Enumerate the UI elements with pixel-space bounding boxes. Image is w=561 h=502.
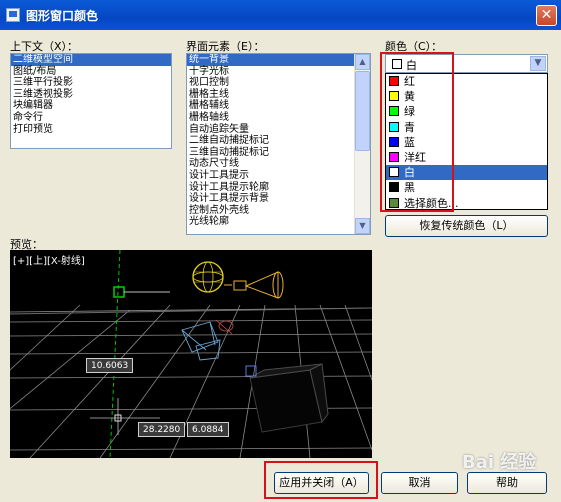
scroll-down-arrow-icon[interactable]: ▼	[355, 218, 370, 234]
color-option[interactable]: 黄	[386, 89, 547, 104]
title-bar: 图形窗口颜色 ✕	[0, 0, 561, 30]
close-button[interactable]: ✕	[536, 5, 557, 26]
color-option[interactable]: 选择颜色...	[386, 196, 547, 211]
watermark-text: Bai 经验	[462, 452, 537, 473]
color-label: 颜色（C）：	[385, 40, 443, 53]
interface-list-item[interactable]: 自动追踪矢量	[187, 124, 370, 136]
light-gizmo-red	[215, 319, 234, 335]
color-option-label: 绿	[404, 105, 415, 119]
dimension-value: 28.2280	[138, 422, 186, 437]
color-swatch-icon	[389, 167, 399, 178]
color-option-label: 黄	[404, 90, 415, 104]
dropdown-arrow-icon[interactable]: ▼	[530, 56, 546, 71]
color-option[interactable]: 洋红	[386, 150, 547, 165]
color-option[interactable]: 黑	[386, 180, 547, 195]
color-dropdown-list[interactable]: 红黄绿青蓝洋红白黑选择颜色...	[385, 73, 548, 210]
context-list-item[interactable]: 图纸/布局	[11, 66, 171, 78]
interface-elements-label: 界面元素（E）：	[186, 40, 265, 53]
interface-list-item[interactable]: 控制点外壳线	[187, 205, 370, 217]
scroll-up-arrow-icon[interactable]: ▲	[355, 54, 370, 70]
interface-list-item[interactable]: 视口控制	[187, 77, 370, 89]
interface-list-item[interactable]: 设计工具提示	[187, 170, 370, 182]
interface-list-item[interactable]: 二维自动捕捉标记	[187, 135, 370, 147]
interface-list-item[interactable]: 栅格轴线	[187, 112, 370, 124]
window-title: 图形窗口颜色	[26, 9, 99, 23]
interface-scrollbar[interactable]: ▲ ▼	[354, 54, 370, 234]
preview-viewport: [+][上][X-射线] 10.6063 28.2280 6.0884	[10, 250, 372, 458]
color-option-label: 选择颜色...	[404, 196, 459, 210]
spot-light-icon	[224, 271, 284, 299]
color-swatch-icon	[389, 91, 399, 102]
help-button[interactable]: 帮助	[467, 472, 547, 494]
context-list-item[interactable]: 命令行	[11, 112, 171, 124]
interface-elements-list[interactable]: 统一背景 十字光标 视口控制 栅格主线 栅格辅线 栅格轴线 自动追踪矢量 二维自动捕捉标记 三维…	[186, 53, 371, 235]
color-swatch-icon	[389, 136, 399, 147]
dimension-value: 10.6063	[86, 358, 134, 373]
y-axis-line	[109, 250, 121, 458]
color-option[interactable]: 绿	[386, 104, 547, 119]
color-swatch-icon	[389, 76, 399, 86]
interface-list-item[interactable]: 光线轮廓	[187, 216, 370, 228]
color-option-label: 洋红	[404, 150, 426, 164]
color-option[interactable]: 青	[386, 120, 547, 135]
interface-list-item[interactable]: 三维自动捕捉标记	[187, 147, 370, 159]
viewport-caption: [+][上][X-射线]	[13, 256, 85, 267]
color-option-label: 白	[404, 166, 415, 180]
scroll-thumb[interactable]	[355, 71, 370, 151]
color-swatch-icon	[389, 197, 399, 208]
camera-icon	[181, 321, 221, 361]
color-swatch-icon	[389, 121, 399, 132]
box-solid	[245, 363, 329, 433]
context-label: 上下文（X）：	[10, 40, 79, 53]
interface-list-item[interactable]: 十字光标	[187, 66, 370, 78]
interface-list-item[interactable]: 统一背景	[187, 54, 370, 66]
context-list-item[interactable]: 二维模型空间	[11, 54, 171, 66]
grip-marker	[113, 286, 125, 298]
cancel-button[interactable]: 取消	[381, 472, 458, 494]
color-option-label: 青	[404, 120, 415, 134]
color-option-label: 黑	[404, 181, 415, 195]
color-option[interactable]: 蓝	[386, 135, 547, 150]
color-swatch-icon	[389, 151, 399, 162]
restore-classic-colors-button[interactable]: 恢复传统颜色（L）	[385, 215, 548, 237]
interface-list-item[interactable]: 栅格辅线	[187, 100, 370, 112]
color-option-label: 蓝	[404, 135, 415, 149]
dimension-value: 6.0884	[187, 422, 229, 437]
context-list-item[interactable]: 块编辑器	[11, 100, 171, 112]
color-option[interactable]: 白	[386, 165, 547, 181]
color-swatch-icon	[392, 59, 402, 69]
color-swatch-icon	[389, 182, 399, 193]
interface-list-item[interactable]: 栅格主线	[187, 89, 370, 101]
color-combobox[interactable]: 白 ▼	[385, 54, 548, 73]
interface-list-item[interactable]: 动态尺寸线	[187, 158, 370, 170]
context-list[interactable]: 二维模型空间 图纸/布局 三维平行投影 三维透视投影 块编辑器 命令行 打印预览	[10, 53, 172, 149]
interface-list-item[interactable]: 设计工具提示轮廓	[187, 182, 370, 194]
context-list-item[interactable]: 三维平行投影	[11, 77, 171, 89]
app-icon	[6, 8, 20, 22]
color-swatch-icon	[389, 106, 399, 117]
interface-list-item[interactable]: 设计工具提示背景	[187, 193, 370, 205]
context-list-item[interactable]: 三维透视投影	[11, 89, 171, 101]
color-option-label: 红	[404, 75, 415, 88]
color-option[interactable]: 红	[386, 74, 547, 89]
apply-and-close-button[interactable]: 应用并关闭（A）	[274, 472, 369, 494]
interface-rows: 统一背景 十字光标 视口控制 栅格主线 栅格辅线 栅格轴线 自动追踪矢量 二维自动捕捉标记 三维…	[187, 54, 370, 228]
point-light-icon	[192, 261, 224, 293]
context-list-item[interactable]: 打印预览	[11, 124, 171, 136]
color-current-value: 白	[406, 59, 417, 72]
